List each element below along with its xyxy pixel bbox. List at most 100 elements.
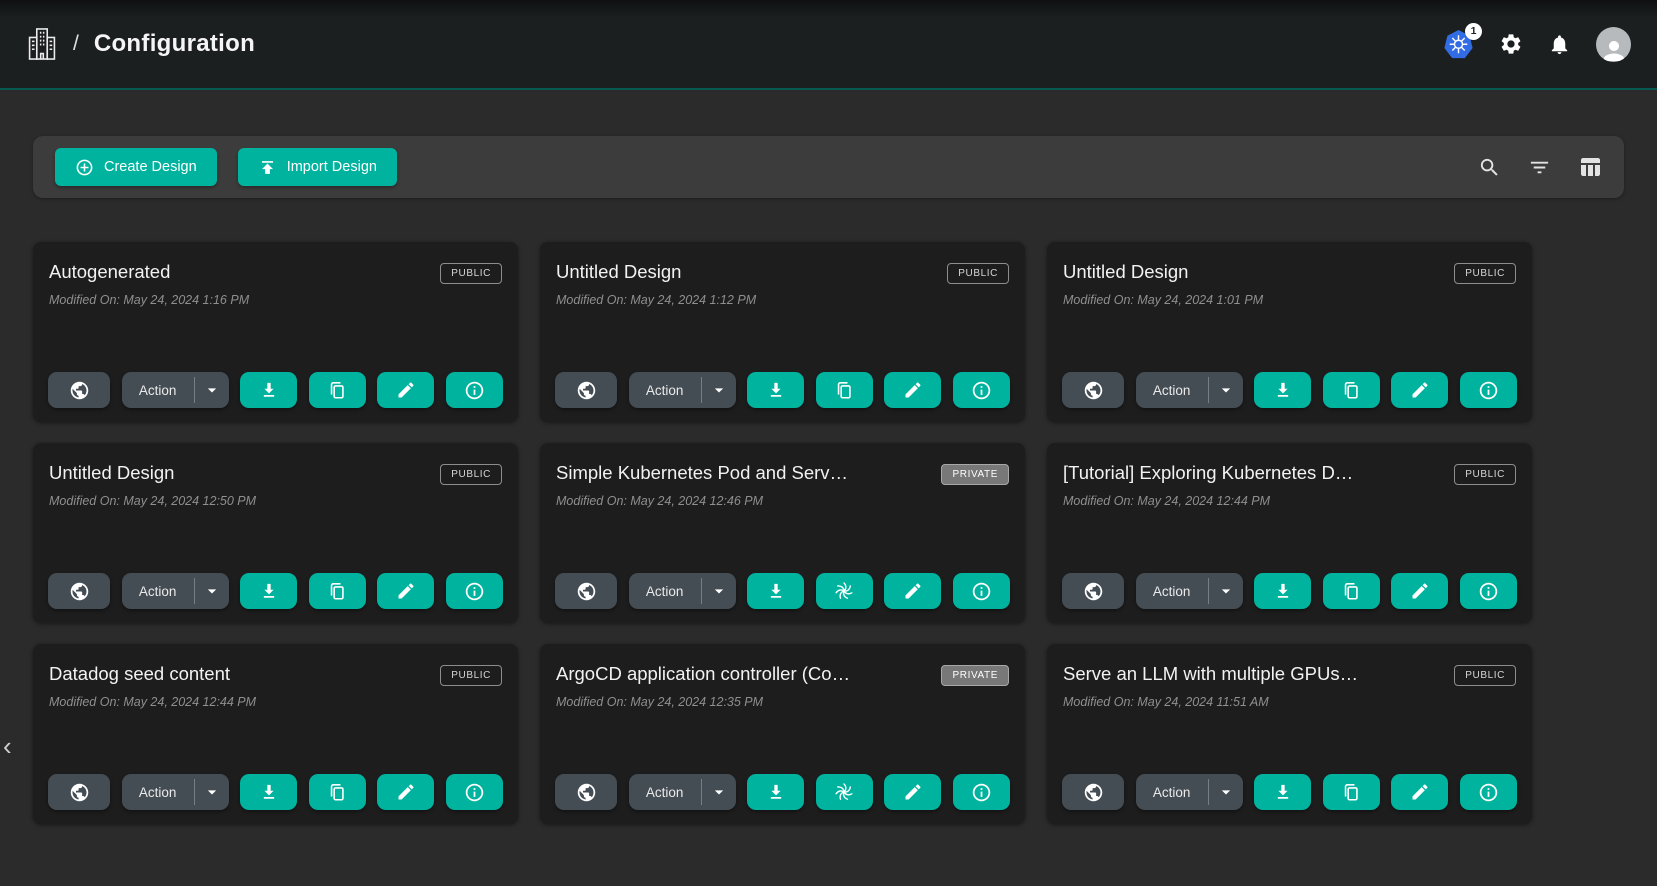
globe-public-icon (69, 782, 90, 803)
visibility-globe-button[interactable] (48, 573, 110, 609)
sidebar-collapse-chevron-icon[interactable]: ‹ (3, 733, 12, 759)
filter-icon[interactable] (1528, 156, 1551, 179)
download-icon (259, 581, 279, 601)
edit-button[interactable] (1391, 774, 1448, 810)
action-button-label[interactable]: Action (1136, 785, 1208, 800)
visibility-badge: PUBLIC (1454, 665, 1516, 686)
edit-button[interactable] (377, 573, 434, 609)
action-split-button[interactable]: Action (1136, 372, 1243, 408)
user-avatar[interactable] (1596, 27, 1631, 62)
design-swirl-button[interactable] (816, 573, 873, 609)
download-button[interactable] (1254, 372, 1311, 408)
notifications-bell-icon[interactable] (1548, 33, 1571, 56)
action-button-label[interactable]: Action (122, 785, 194, 800)
action-button-label[interactable]: Action (1136, 383, 1208, 398)
action-dropdown-caret-icon[interactable] (195, 782, 229, 802)
design-card-header: Datadog seed content PUBLIC (49, 663, 502, 686)
design-card-header: [Tutorial] Exploring Kubernetes D… PUBLI… (1063, 462, 1516, 485)
globe-public-icon (576, 782, 597, 803)
action-button-label[interactable]: Action (629, 383, 701, 398)
action-split-button[interactable]: Action (629, 774, 736, 810)
edit-button[interactable] (884, 372, 941, 408)
page-title: Configuration (94, 30, 255, 58)
download-button[interactable] (240, 774, 297, 810)
info-button[interactable] (446, 372, 503, 408)
action-dropdown-caret-icon[interactable] (1209, 380, 1243, 400)
clone-button[interactable] (309, 573, 366, 609)
visibility-globe-button[interactable] (1062, 372, 1124, 408)
visibility-globe-button[interactable] (48, 774, 110, 810)
action-button-label[interactable]: Action (629, 785, 701, 800)
visibility-globe-button[interactable] (48, 372, 110, 408)
top-navbar: / Configuration 1 (0, 0, 1657, 90)
info-button[interactable] (953, 774, 1010, 810)
info-button[interactable] (1460, 573, 1517, 609)
modified-on-text: Modified On: May 24, 2024 11:51 AM (1063, 695, 1516, 709)
edit-button[interactable] (884, 573, 941, 609)
action-split-button[interactable]: Action (122, 774, 229, 810)
action-split-button[interactable]: Action (1136, 774, 1243, 810)
clone-button[interactable] (1323, 573, 1380, 609)
info-button[interactable] (953, 372, 1010, 408)
visibility-globe-button[interactable] (1062, 573, 1124, 609)
action-split-button[interactable]: Action (629, 372, 736, 408)
import-design-button[interactable]: Import Design (238, 148, 397, 186)
clone-button[interactable] (816, 372, 873, 408)
action-button-label[interactable]: Action (122, 584, 194, 599)
settings-gear-icon[interactable] (1499, 32, 1523, 56)
breadcrumb: / Configuration (26, 27, 255, 61)
visibility-globe-button[interactable] (555, 372, 617, 408)
action-dropdown-caret-icon[interactable] (195, 581, 229, 601)
download-button[interactable] (1254, 573, 1311, 609)
clone-button[interactable] (1323, 372, 1380, 408)
action-dropdown-caret-icon[interactable] (702, 380, 736, 400)
edit-pencil-icon (903, 782, 923, 802)
action-split-button[interactable]: Action (1136, 573, 1243, 609)
visibility-globe-button[interactable] (555, 774, 617, 810)
create-design-button[interactable]: Create Design (55, 148, 217, 186)
search-icon[interactable] (1478, 156, 1501, 179)
edit-button[interactable] (1391, 573, 1448, 609)
visibility-badge: PRIVATE (941, 665, 1009, 686)
design-title: Datadog seed content (49, 663, 230, 685)
globe-public-icon (1083, 782, 1104, 803)
visibility-globe-button[interactable] (1062, 774, 1124, 810)
download-button[interactable] (747, 372, 804, 408)
action-button-label[interactable]: Action (122, 383, 194, 398)
action-split-button[interactable]: Action (122, 573, 229, 609)
edit-button[interactable] (884, 774, 941, 810)
organization-building-icon[interactable] (26, 27, 58, 61)
download-button[interactable] (747, 774, 804, 810)
action-button-label[interactable]: Action (629, 584, 701, 599)
edit-button[interactable] (1391, 372, 1448, 408)
kubernetes-context-icon[interactable]: 1 (1443, 29, 1474, 60)
clone-button[interactable] (309, 372, 366, 408)
action-split-button[interactable]: Action (629, 573, 736, 609)
action-dropdown-caret-icon[interactable] (1209, 782, 1243, 802)
edit-button[interactable] (377, 372, 434, 408)
clone-button[interactable] (1323, 774, 1380, 810)
action-button-label[interactable]: Action (1136, 584, 1208, 599)
action-dropdown-caret-icon[interactable] (702, 581, 736, 601)
edit-button[interactable] (377, 774, 434, 810)
action-dropdown-caret-icon[interactable] (702, 782, 736, 802)
action-dropdown-caret-icon[interactable] (1209, 581, 1243, 601)
action-split-button[interactable]: Action (122, 372, 229, 408)
info-button[interactable] (953, 573, 1010, 609)
download-button[interactable] (240, 372, 297, 408)
action-dropdown-caret-icon[interactable] (195, 380, 229, 400)
info-button[interactable] (446, 774, 503, 810)
download-button[interactable] (240, 573, 297, 609)
clone-button[interactable] (309, 774, 366, 810)
table-view-icon[interactable] (1578, 155, 1602, 179)
download-button[interactable] (1254, 774, 1311, 810)
visibility-globe-button[interactable] (555, 573, 617, 609)
design-card-actions: Action (1062, 774, 1517, 810)
design-swirl-button[interactable] (816, 774, 873, 810)
info-button[interactable] (1460, 372, 1517, 408)
info-button[interactable] (446, 573, 503, 609)
visibility-badge: PUBLIC (440, 464, 502, 485)
info-button[interactable] (1460, 774, 1517, 810)
download-button[interactable] (747, 573, 804, 609)
edit-pencil-icon (1410, 782, 1430, 802)
